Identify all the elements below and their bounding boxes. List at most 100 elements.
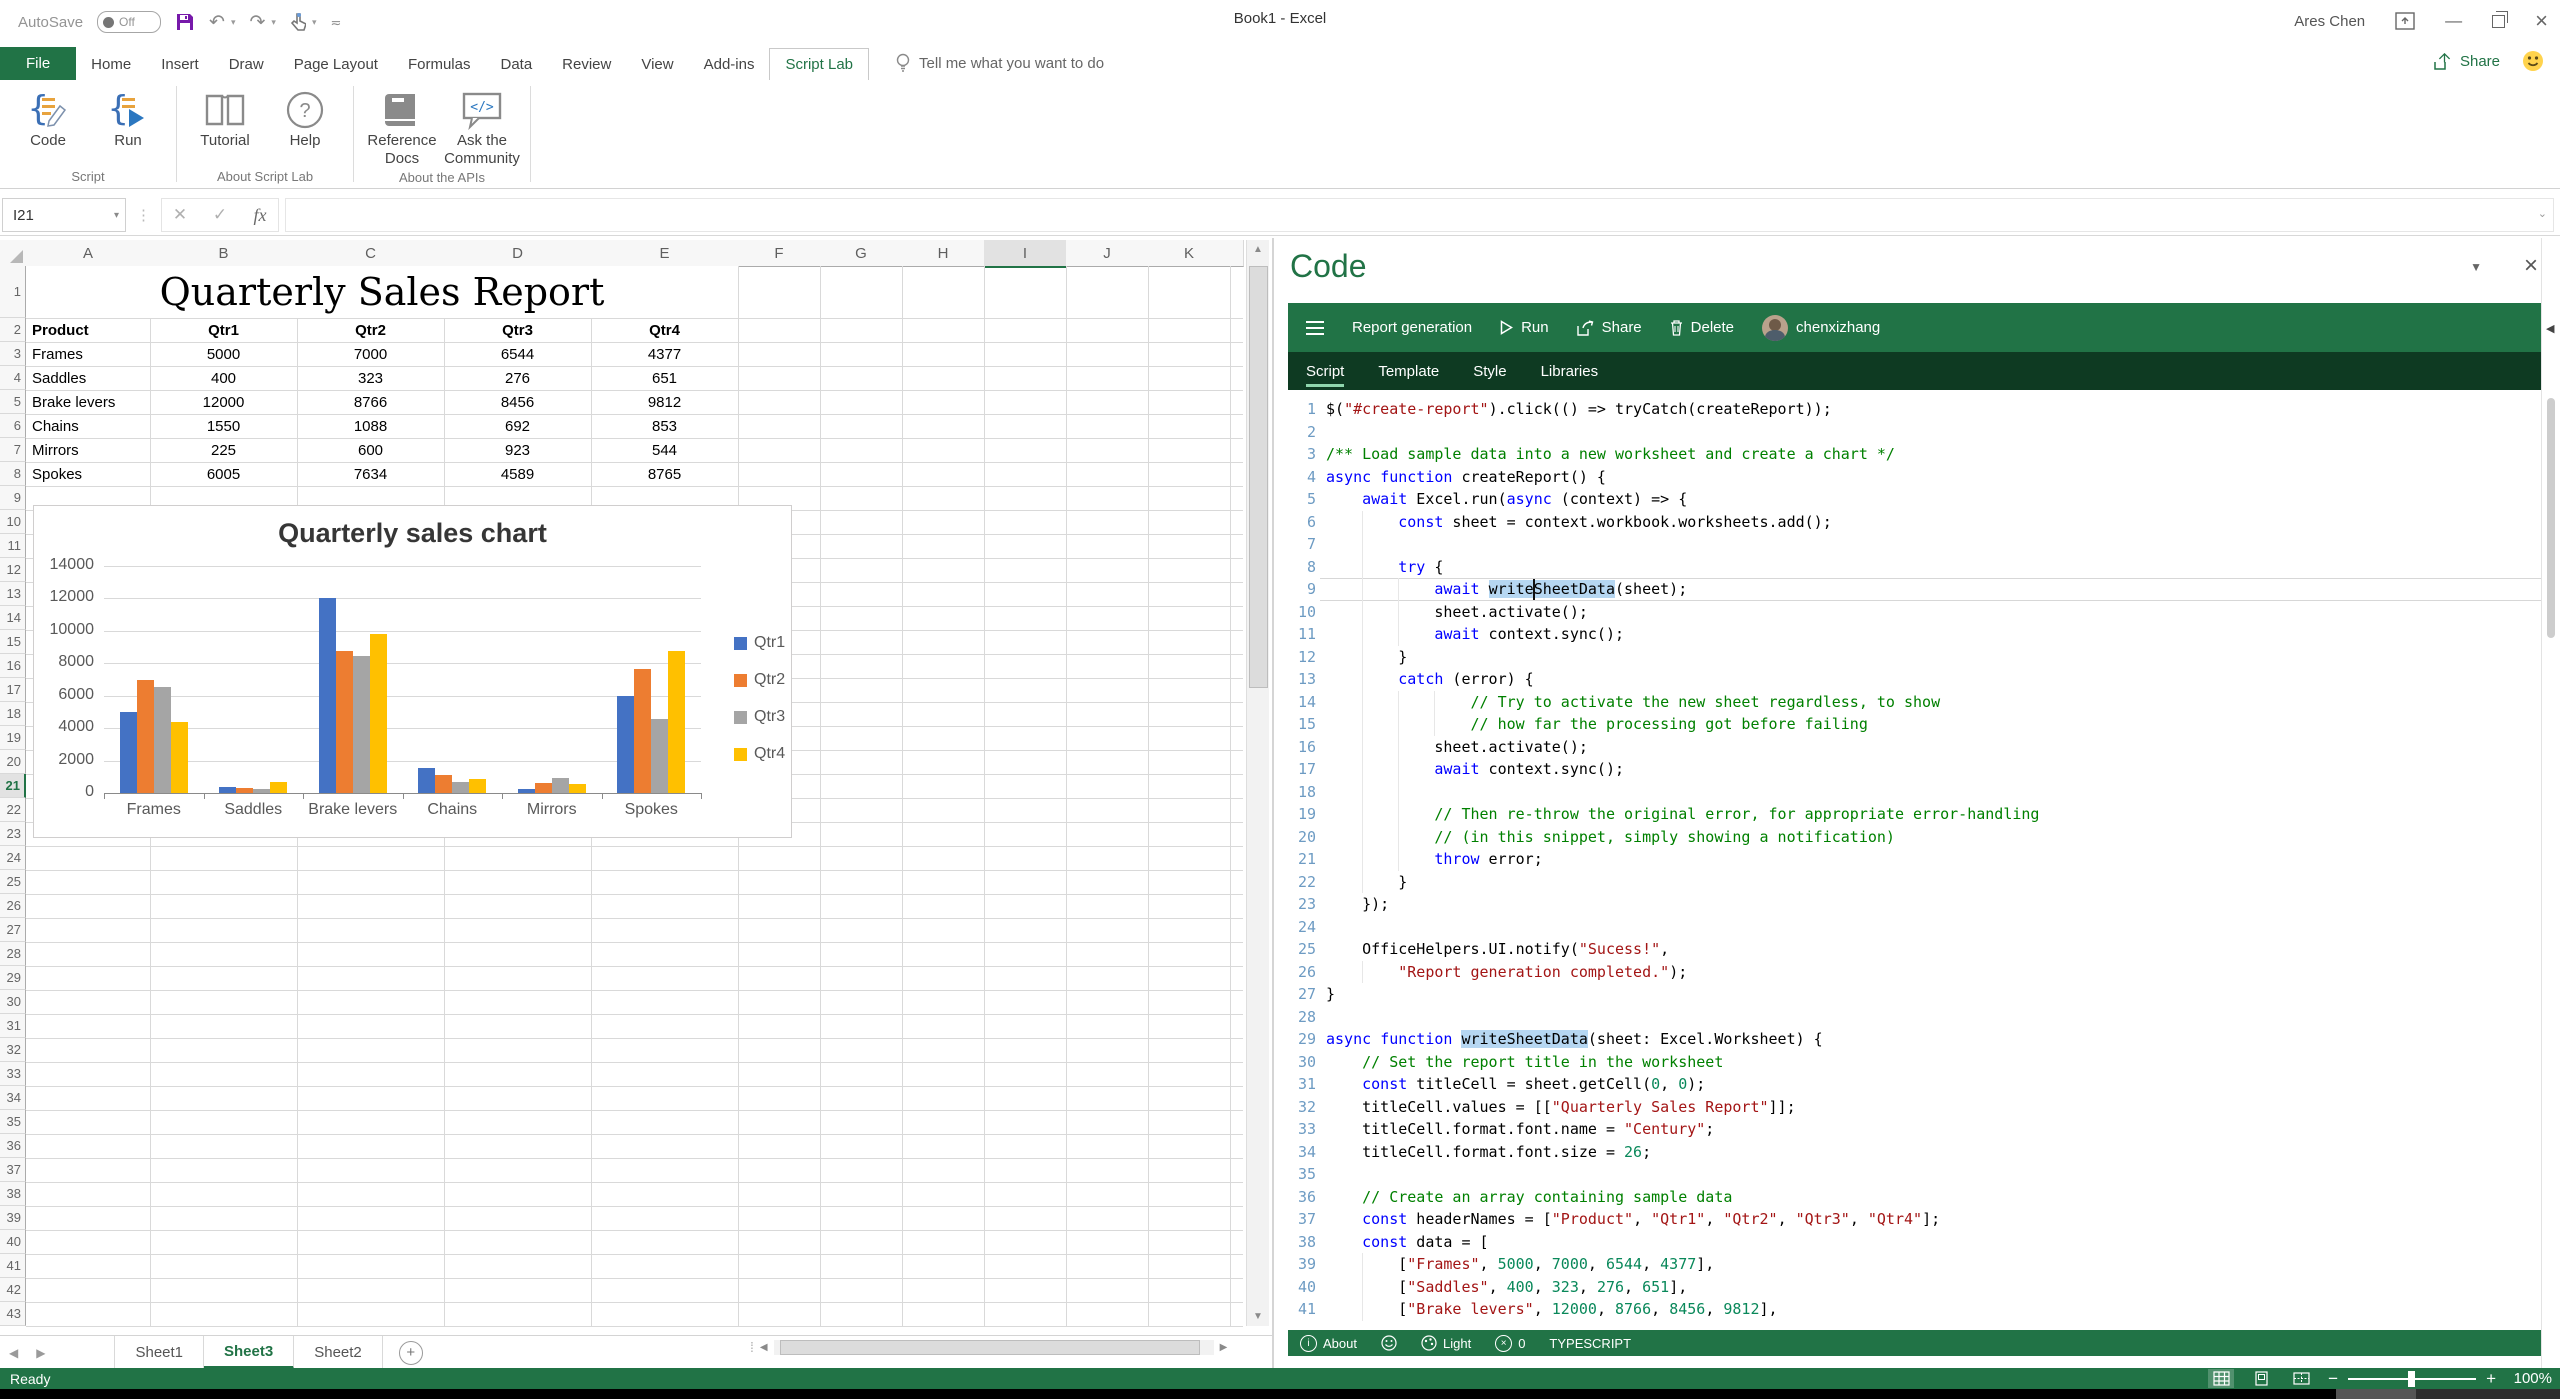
code-line[interactable]: 18 [1274,781,2542,804]
row-header-16[interactable]: 16 [0,654,26,678]
code-text[interactable]: ["Saddles", 400, 323, 276, 651], [1326,1276,1687,1299]
delete-snippet-button[interactable]: Delete [1670,319,1734,336]
reference-docs-button[interactable]: Reference Docs [364,84,440,168]
column-header-D[interactable]: D [444,240,592,267]
ribbon-tab-view[interactable]: View [626,49,688,80]
vertical-scrollbar[interactable]: ▲ ▼ [1246,240,1269,1326]
line-number[interactable]: 10 [1274,601,1316,624]
row-header-43[interactable]: 43 [0,1302,26,1326]
cell-D7[interactable]: 923 [444,438,591,462]
cell-C2[interactable]: Qtr2 [297,318,444,342]
column-header-B[interactable]: B [150,240,298,267]
code-text[interactable]: // Try to activate the new sheet regardl… [1326,691,1940,714]
minimize-button[interactable]: — [2445,11,2462,31]
cell-C5[interactable]: 8766 [297,390,444,414]
row-header-24[interactable]: 24 [0,846,26,870]
row-header-36[interactable]: 36 [0,1134,26,1158]
ribbon-display-options-icon[interactable] [2395,12,2415,30]
line-number[interactable]: 41 [1274,1298,1316,1321]
code-line[interactable]: 23 }); [1274,893,2542,916]
row-header-38[interactable]: 38 [0,1182,26,1206]
code-line[interactable]: 41 ["Brake levers", 12000, 8766, 8456, 9… [1274,1298,2542,1321]
code-line[interactable]: 28 [1274,1006,2542,1029]
share-snippet-button[interactable]: Share [1577,319,1642,336]
code-line[interactable]: 20 // (in this snippet, simply showing a… [1274,826,2542,849]
row-header-30[interactable]: 30 [0,990,26,1014]
pane-tab-script[interactable]: Script [1306,354,1344,389]
code-text[interactable]: ["Brake levers", 12000, 8766, 8456, 9812… [1326,1298,1778,1321]
zoom-slider[interactable] [2348,1378,2476,1380]
code-line[interactable]: 34 titleCell.format.font.size = 26; [1274,1141,2542,1164]
cell-C8[interactable]: 7634 [297,462,444,486]
row-header-32[interactable]: 32 [0,1038,26,1062]
row-header-27[interactable]: 27 [0,918,26,942]
code-text[interactable]: // how far the processing got before fai… [1326,713,1868,736]
row-header-25[interactable]: 25 [0,870,26,894]
cell-E2[interactable]: Qtr4 [591,318,738,342]
line-number[interactable]: 7 [1274,533,1316,556]
column-header-C[interactable]: C [297,240,445,267]
normal-view-icon[interactable] [2208,1369,2234,1388]
run-button[interactable]: Run [1500,319,1549,336]
row-header-23[interactable]: 23 [0,822,26,846]
page-break-preview-icon[interactable] [2288,1369,2314,1388]
pane-tab-libraries[interactable]: Libraries [1541,354,1599,389]
cell-A6[interactable]: Chains [26,414,156,438]
ribbon-tab-review[interactable]: Review [547,49,626,80]
column-header-F[interactable]: F [738,240,821,267]
formula-input[interactable]: ⌄ [285,198,2554,232]
code-button[interactable]: {Code [10,84,86,167]
pane-tab-template[interactable]: Template [1378,354,1439,389]
row-header-31[interactable]: 31 [0,1014,26,1038]
code-text[interactable]: /** Load sample data into a new workshee… [1326,443,1895,466]
code-line[interactable]: 19 // Then re-throw the original error, … [1274,803,2542,826]
cell-D3[interactable]: 6544 [444,342,591,366]
code-text[interactable]: ["Frames", 5000, 7000, 6544, 4377], [1326,1253,1714,1276]
zoom-percentage[interactable]: 100% [2506,1370,2552,1387]
cell-A2[interactable]: Product [26,318,156,342]
theme-button[interactable]: Light [1421,1335,1471,1351]
code-line[interactable]: 16 sheet.activate(); [1274,736,2542,759]
about-button[interactable]: i About [1300,1335,1357,1352]
help-button[interactable]: ?Help [267,84,343,167]
row-header-33[interactable]: 33 [0,1062,26,1086]
code-line[interactable]: 13 catch (error) { [1274,668,2542,691]
cancel-entry-icon[interactable]: ✕ [162,205,198,225]
code-line[interactable]: 39 ["Frames", 5000, 7000, 6544, 4377], [1274,1253,2542,1276]
line-number[interactable]: 35 [1274,1163,1316,1186]
name-box-caret-icon[interactable]: ▾ [114,210,119,221]
embedded-chart[interactable]: Quarterly sales chart 020004000600080001… [33,505,792,838]
row-header-5[interactable]: 5 [0,390,26,414]
sheet-tab-sheet3[interactable]: Sheet3 [204,1336,294,1369]
zoom-out-icon[interactable]: − [2328,1369,2338,1389]
hscroll-left-icon[interactable]: ◀ [760,1342,768,1353]
cell-C7[interactable]: 600 [297,438,444,462]
restore-button[interactable] [2492,15,2505,28]
sheet-nav-right-icon[interactable]: ▶ [27,1336,54,1369]
page-layout-view-icon[interactable] [2248,1369,2274,1388]
column-header-I[interactable]: I [984,240,1067,268]
zoom-slider-thumb[interactable] [2408,1371,2415,1387]
cell-B8[interactable]: 6005 [150,462,297,486]
hscroll-thumb[interactable] [780,1340,1200,1355]
menu-hamburger-icon[interactable] [1306,321,1324,335]
ribbon-tab-add-ins[interactable]: Add-ins [689,49,770,80]
line-number[interactable]: 19 [1274,803,1316,826]
row-header-40[interactable]: 40 [0,1230,26,1254]
code-text[interactable]: const sheet = context.workbook.worksheet… [1326,511,1832,534]
insert-function-icon[interactable]: fx [242,205,278,226]
line-number[interactable]: 25 [1274,938,1316,961]
pane-tab-style[interactable]: Style [1473,354,1506,389]
close-button[interactable]: × [2535,8,2548,34]
ribbon-tab-script-lab[interactable]: Script Lab [769,48,869,80]
formula-bar-expand-icon[interactable]: ⌄ [2538,207,2547,220]
ribbon-tab-formulas[interactable]: Formulas [393,49,486,80]
taskpane-close-icon[interactable]: × [2524,252,2538,280]
line-number[interactable]: 14 [1274,691,1316,714]
line-number[interactable]: 11 [1274,623,1316,646]
zoom-in-icon[interactable]: + [2486,1369,2496,1389]
code-line[interactable]: 26 "Report generation completed."); [1274,961,2542,984]
code-editor[interactable]: 1$("#create-report").click(() => tryCatc… [1274,390,2542,1330]
code-line[interactable]: 2 [1274,421,2542,444]
code-text[interactable]: titleCell.values = [["Quarterly Sales Re… [1326,1096,1796,1119]
